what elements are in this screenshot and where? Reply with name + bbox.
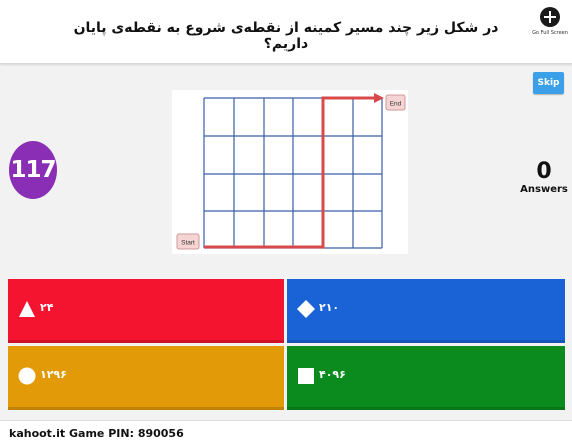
site-name: kahoot.it bbox=[9, 427, 66, 440]
footer-bar: kahoot.it Game PIN: 890056 bbox=[0, 420, 572, 446]
answers-count: 0 bbox=[536, 159, 552, 184]
answer-text-4: ۴۰۹۶ bbox=[319, 368, 346, 381]
answer-option-4[interactable]: ۴۰۹۶ bbox=[287, 346, 565, 410]
answer-text-1: ۲۴ bbox=[40, 301, 54, 314]
shortest-path-line bbox=[204, 96, 376, 249]
answers-label: Answers bbox=[520, 184, 568, 195]
answers-counter: 0 Answers bbox=[518, 159, 570, 196]
answer-option-3[interactable]: ۱۲۹۶ bbox=[8, 346, 284, 410]
plus-circle-icon bbox=[540, 7, 560, 27]
grid-lines bbox=[203, 97, 383, 249]
fullscreen-label: Go Full Screen bbox=[532, 30, 568, 36]
circle-icon bbox=[18, 367, 36, 385]
game-pin-info: kahoot.it Game PIN: 890056 bbox=[9, 427, 184, 440]
answer-text-3: ۱۲۹۶ bbox=[40, 368, 67, 381]
answer-text-2: ۲۱۰ bbox=[319, 301, 340, 314]
answer-option-1[interactable]: ۲۴ bbox=[8, 279, 284, 343]
game-pin-label: Game PIN: bbox=[69, 427, 134, 440]
square-icon bbox=[298, 368, 314, 384]
answer-option-2[interactable]: ۲۱۰ bbox=[287, 279, 565, 343]
grid-path-diagram: Start End bbox=[176, 93, 406, 250]
question-header: در شکل زیر چند مسیر کمینه از نقطه‌ی شروع… bbox=[0, 0, 572, 64]
start-label: Start bbox=[181, 240, 195, 247]
game-pin-value: 890056 bbox=[137, 427, 184, 440]
question-image: Start End bbox=[172, 90, 408, 254]
fullscreen-button[interactable]: Go Full Screen bbox=[528, 7, 572, 47]
diamond-icon bbox=[297, 300, 315, 318]
question-text: در شکل زیر چند مسیر کمینه از نقطه‌ی شروع… bbox=[73, 20, 499, 52]
countdown-timer: 117 bbox=[9, 141, 57, 199]
end-label: End bbox=[390, 101, 402, 108]
triangle-icon bbox=[19, 301, 35, 317]
skip-button[interactable]: Skip bbox=[533, 72, 564, 94]
